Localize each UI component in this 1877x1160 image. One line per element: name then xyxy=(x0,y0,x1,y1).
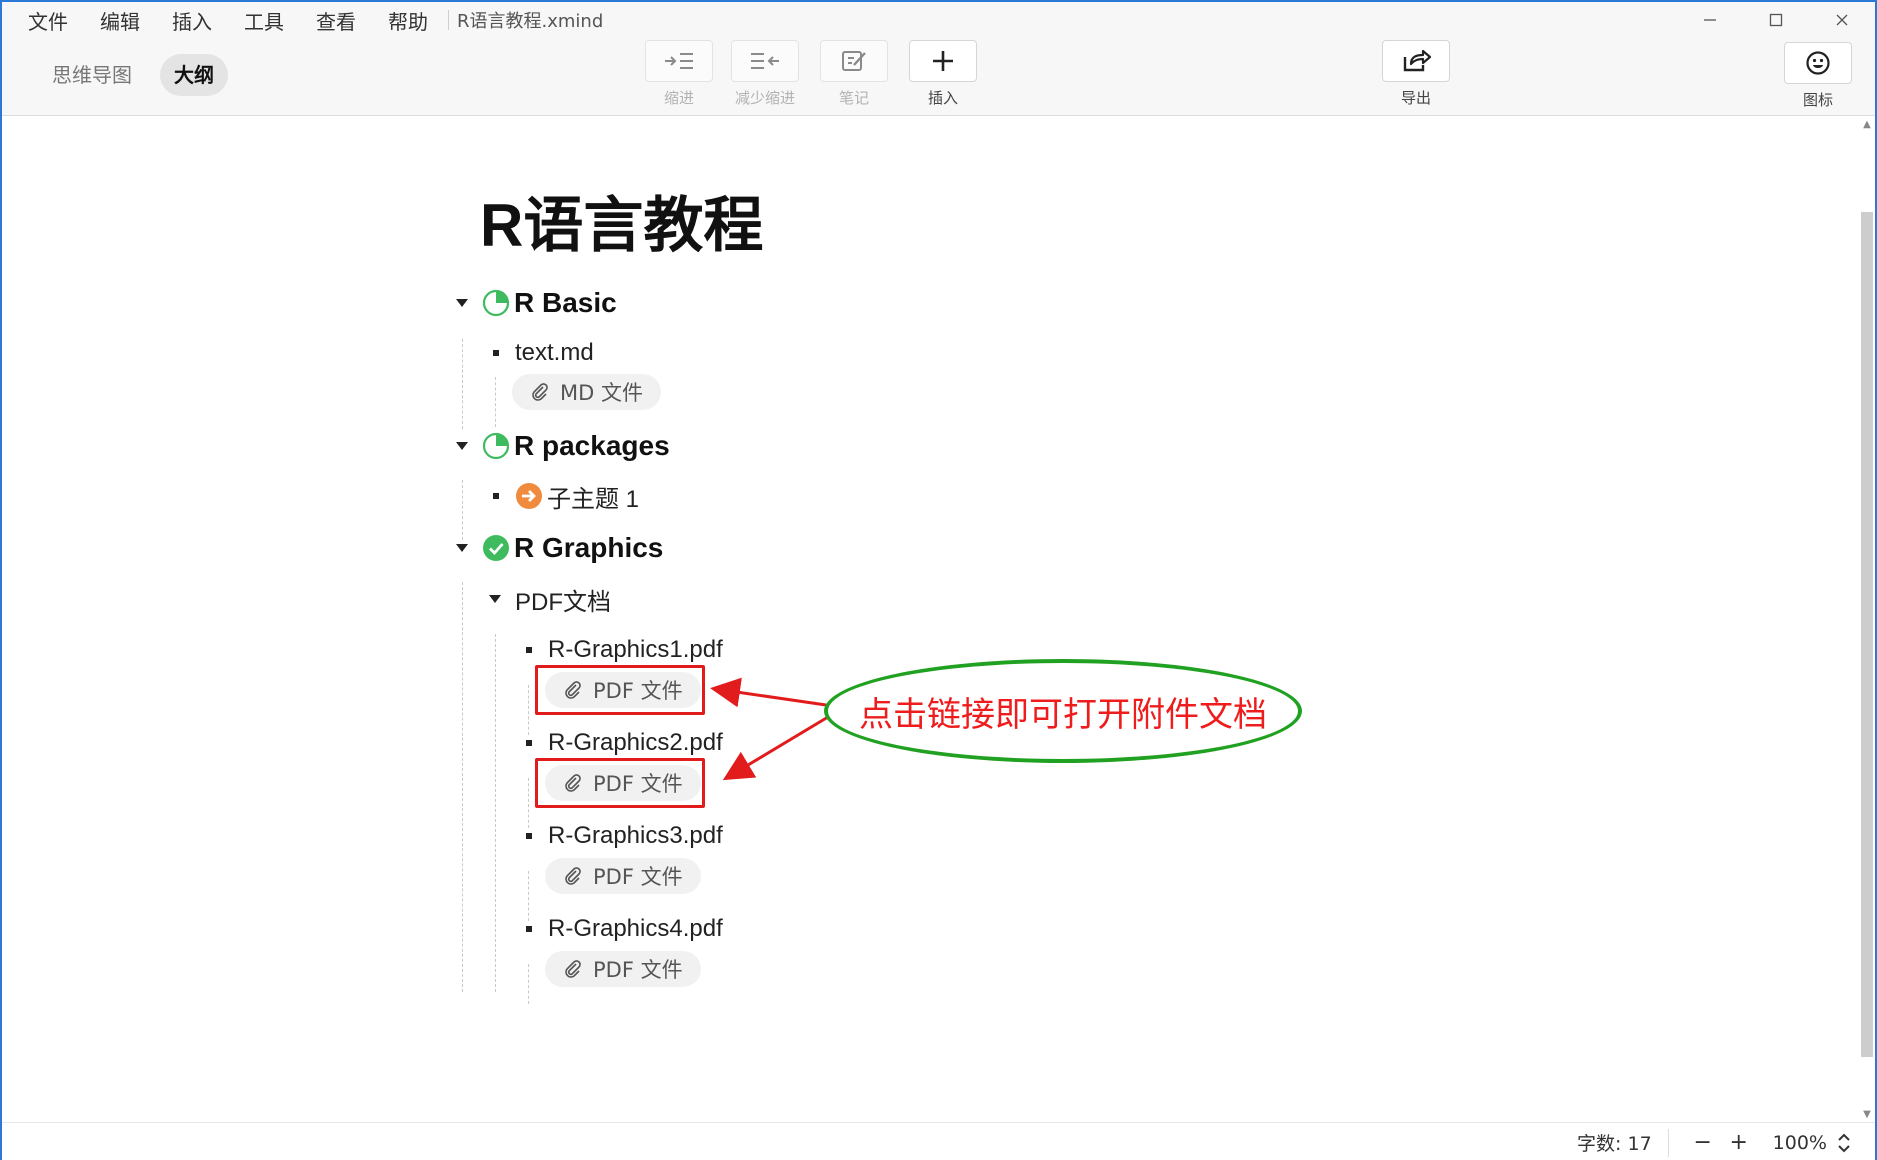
menu-bar: 文件 编辑 插入 工具 查看 帮助 R语言教程.xmind xyxy=(12,2,603,38)
export-button[interactable]: 导出 xyxy=(1381,40,1451,108)
arrow-to-pdf2 xyxy=(722,715,829,781)
export-label: 导出 xyxy=(1400,89,1431,107)
plus-icon xyxy=(933,51,953,71)
icons-button[interactable]: 图标 xyxy=(1783,42,1853,110)
callout-ellipse: 点击链接即可打开附件文档 xyxy=(824,659,1302,763)
close-button[interactable] xyxy=(1809,2,1875,38)
document-title: R语言教程.xmind xyxy=(457,11,604,32)
callout-text: 点击链接即可打开附件文档 xyxy=(859,694,1267,735)
vertical-scrollbar[interactable]: ▲ ▼ xyxy=(1859,117,1875,1122)
outline-view: R语言教程 R Basic text.md MD 文件 R packages 子… xyxy=(2,117,1862,1122)
title-bar: 文件 编辑 插入 工具 查看 帮助 R语言教程.xmind xyxy=(2,2,1875,38)
annotation-arrows xyxy=(710,677,829,781)
window-controls xyxy=(1677,2,1875,38)
smiley-icon xyxy=(1806,51,1830,75)
maximize-icon xyxy=(1769,13,1783,27)
menu-help[interactable]: 帮助 xyxy=(372,6,444,35)
status-bar: 字数: 17 − + 100% xyxy=(2,1122,1875,1160)
menu-tools[interactable]: 工具 xyxy=(228,6,300,35)
menu-file[interactable]: 文件 xyxy=(12,6,84,35)
indent-button-box xyxy=(645,40,713,82)
note-button-box xyxy=(820,40,888,82)
icons-label: 图标 xyxy=(1802,91,1833,109)
close-icon xyxy=(1836,14,1848,26)
toolbar: 思维导图 大纲 缩进 减少缩进 笔记 插入 导出 图标 xyxy=(2,38,1875,116)
insert-button[interactable]: 插入 xyxy=(908,40,978,108)
note-icon xyxy=(842,51,866,71)
status-divider xyxy=(1667,1128,1669,1157)
note-label: 笔记 xyxy=(838,89,869,107)
icons-button-box xyxy=(1784,42,1852,84)
indent-icon xyxy=(665,53,693,69)
maximize-button[interactable] xyxy=(1743,2,1809,38)
minimize-icon xyxy=(1704,19,1716,21)
outdent-icon xyxy=(751,53,779,69)
minimize-button[interactable] xyxy=(1677,2,1743,38)
menu-divider xyxy=(448,10,449,30)
arrow-to-pdf1 xyxy=(710,677,827,708)
outdent-button[interactable]: 减少缩进 xyxy=(730,40,800,108)
menu-insert[interactable]: 插入 xyxy=(156,6,228,35)
app-window: 文件 编辑 插入 工具 查看 帮助 R语言教程.xmind 思维导图 大纲 缩进… xyxy=(0,0,1877,1160)
export-button-box xyxy=(1382,40,1450,82)
word-count: 字数: 17 xyxy=(1577,1133,1652,1155)
indent-label: 缩进 xyxy=(663,89,694,107)
tab-outline[interactable]: 大纲 xyxy=(160,54,228,96)
zoom-select-chevron-icon[interactable] xyxy=(1837,1131,1851,1155)
outdent-label: 减少缩进 xyxy=(734,89,795,107)
tab-mindmap[interactable]: 思维导图 xyxy=(38,54,146,96)
menu-edit[interactable]: 编辑 xyxy=(84,6,156,35)
zoom-in-button[interactable]: + xyxy=(1727,1130,1751,1155)
insert-button-box xyxy=(909,40,977,82)
zoom-level: 100% xyxy=(1772,1131,1827,1154)
scroll-thumb[interactable] xyxy=(1861,212,1873,1057)
menu-view[interactable]: 查看 xyxy=(300,6,372,35)
indent-button[interactable]: 缩进 xyxy=(644,40,714,108)
scroll-down-icon[interactable]: ▼ xyxy=(1861,1109,1873,1120)
note-button[interactable]: 笔记 xyxy=(819,40,889,108)
zoom-out-button[interactable]: − xyxy=(1691,1130,1715,1155)
view-switch: 思维导图 大纲 xyxy=(38,54,228,96)
scroll-up-icon[interactable]: ▲ xyxy=(1861,119,1873,130)
export-icon xyxy=(1403,49,1432,72)
outdent-button-box xyxy=(731,40,799,82)
insert-label: 插入 xyxy=(927,89,958,107)
